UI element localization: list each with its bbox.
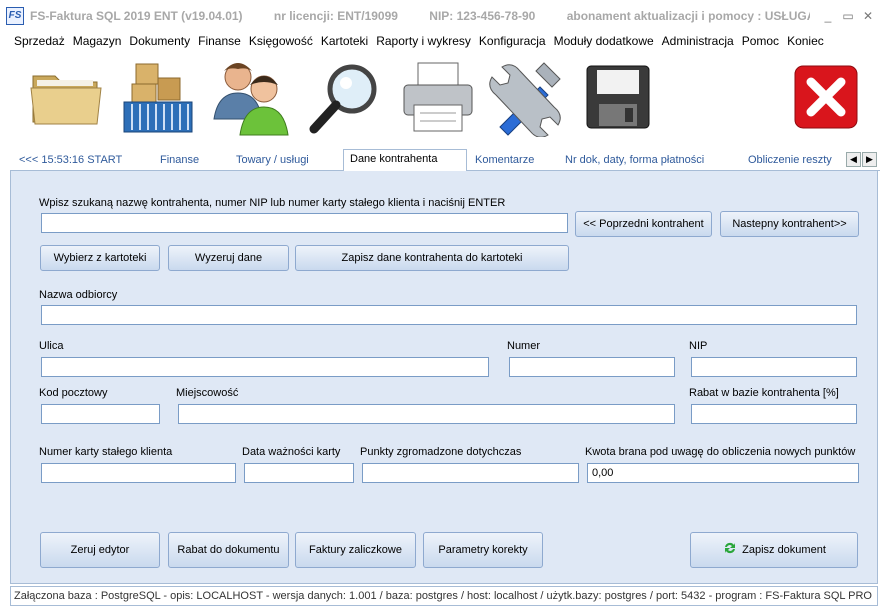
refresh-icon: [725, 542, 736, 554]
discount-input[interactable]: [691, 404, 857, 424]
title-subscription: abonament aktualizacji i pomocy : USŁUGA…: [566, 9, 810, 23]
save-document-label: Zapisz dokument: [742, 544, 826, 556]
nip-input[interactable]: [691, 357, 857, 377]
card-validity-label: Data ważności karty: [242, 446, 341, 458]
close-red-icon[interactable]: [784, 52, 868, 142]
nip-label: NIP: [689, 340, 708, 352]
reset-editor-button[interactable]: Zeruj edytor: [40, 532, 160, 568]
app-icon: FS: [6, 7, 24, 25]
correction-params-button[interactable]: Parametry korekty: [423, 532, 543, 568]
recipient-name-input[interactable]: [41, 305, 857, 325]
warehouse-boxes-icon[interactable]: [116, 52, 200, 142]
title-app-name: FS-Faktura SQL 2019 ENT (v19.04.01): [30, 9, 243, 23]
tab-komentarze[interactable]: Komentarze: [475, 152, 534, 171]
save-contractor-button[interactable]: Zapisz dane kontrahenta do kartoteki: [295, 245, 569, 271]
reset-data-button[interactable]: Wyzeruj dane: [168, 245, 289, 271]
tab-towary[interactable]: Towary / usługi: [236, 152, 309, 171]
loyalty-card-input[interactable]: [41, 463, 236, 483]
tab-dane-kontrahenta[interactable]: Dane kontrahenta: [343, 149, 467, 172]
menu-bar: Sprzedaż Magazyn Dokumenty Finanse Księg…: [0, 32, 882, 52]
number-input[interactable]: [509, 357, 675, 377]
number-label: Numer: [507, 340, 541, 352]
menu-koniec[interactable]: Koniec: [783, 32, 828, 52]
close-window-button[interactable]: ✕: [860, 8, 876, 24]
discount-label: Rabat w bazie kontrahenta [%]: [689, 387, 839, 399]
recipient-label: Nazwa odbiorcy: [39, 289, 118, 301]
maximize-button[interactable]: ▭: [840, 8, 856, 24]
tab-scroll-left-button[interactable]: ◀: [846, 152, 861, 167]
status-bar: Załączona baza : PostgreSQL - opis: LOCA…: [10, 586, 878, 606]
select-from-file-button[interactable]: Wybierz z kartoteki: [40, 245, 160, 271]
title-license: nr licencji: ENT/19099: [273, 9, 398, 23]
points-label: Punkty zgromadzone dotychczas: [360, 446, 522, 458]
tab-bar: <<< 15:53:16 START Finanse Towary / usłu…: [10, 149, 880, 172]
menu-pomoc[interactable]: Pomoc: [738, 32, 783, 52]
previous-contractor-button[interactable]: << Poprzedni kontrahent: [575, 211, 712, 237]
menu-raporty[interactable]: Raporty i wykresy: [372, 32, 475, 52]
city-input[interactable]: [178, 404, 675, 424]
folder-icon[interactable]: [24, 52, 108, 142]
window-title: FS-Faktura SQL 2019 ENT (v19.04.01) nr l…: [30, 9, 810, 23]
menu-finanse[interactable]: Finanse: [194, 32, 245, 52]
points-amount-label: Kwota brana pod uwagę do obliczenia nowy…: [585, 446, 856, 458]
street-label: Ulica: [39, 340, 64, 352]
tab-finanse[interactable]: Finanse: [160, 152, 199, 171]
menu-ksiegowosc[interactable]: Księgowość: [245, 32, 317, 52]
document-discount-button[interactable]: Rabat do dokumentu: [168, 532, 289, 568]
points-amount-input[interactable]: [587, 463, 859, 483]
title-bar: FS FS-Faktura SQL 2019 ENT (v19.04.01) n…: [0, 0, 882, 32]
search-input[interactable]: [41, 213, 568, 233]
menu-moduly[interactable]: Moduły dodatkowe: [550, 32, 658, 52]
city-label: Miejscowość: [176, 387, 239, 399]
search-label: Wpisz szukaną nazwę kontrahenta, numer N…: [39, 197, 506, 209]
tab-obliczenie-reszty[interactable]: Obliczenie reszty: [748, 152, 832, 171]
menu-sprzedaz[interactable]: Sprzedaż: [10, 32, 69, 52]
loyalty-card-label: Numer karty stałego klienta: [39, 446, 173, 458]
tab-start[interactable]: <<< 15:53:16 START: [19, 152, 122, 171]
points-input[interactable]: [362, 463, 579, 483]
menu-dokumenty[interactable]: Dokumenty: [125, 32, 194, 52]
menu-kartoteki[interactable]: Kartoteki: [317, 32, 372, 52]
contractor-panel: Wpisz szukaną nazwę kontrahenta, numer N…: [10, 171, 878, 584]
tools-icon[interactable]: [486, 52, 570, 142]
postal-code-label: Kod pocztowy: [39, 387, 108, 399]
tab-scroll-right-button[interactable]: ▶: [862, 152, 877, 167]
minimize-button[interactable]: _: [820, 8, 836, 24]
menu-administracja[interactable]: Administracja: [658, 32, 738, 52]
search-magnifier-icon[interactable]: [304, 52, 388, 142]
save-disk-icon[interactable]: [576, 52, 660, 142]
street-input[interactable]: [41, 357, 489, 377]
advance-invoices-button[interactable]: Faktury zaliczkowe: [295, 532, 416, 568]
next-contractor-button[interactable]: Nastepny kontrahent>>: [720, 211, 859, 237]
menu-konfiguracja[interactable]: Konfiguracja: [475, 32, 550, 52]
save-document-button[interactable]: Zapisz dokument: [690, 532, 858, 568]
card-validity-input[interactable]: [244, 463, 354, 483]
postal-code-input[interactable]: [41, 404, 160, 424]
toolbar: [10, 52, 880, 148]
printer-icon[interactable]: [396, 52, 480, 142]
menu-magazyn[interactable]: Magazyn: [69, 32, 126, 52]
users-icon[interactable]: [208, 52, 292, 142]
title-nip: NIP: 123-456-78-90: [429, 9, 536, 23]
tab-nr-dok[interactable]: Nr dok, daty, forma płatności: [565, 152, 704, 171]
